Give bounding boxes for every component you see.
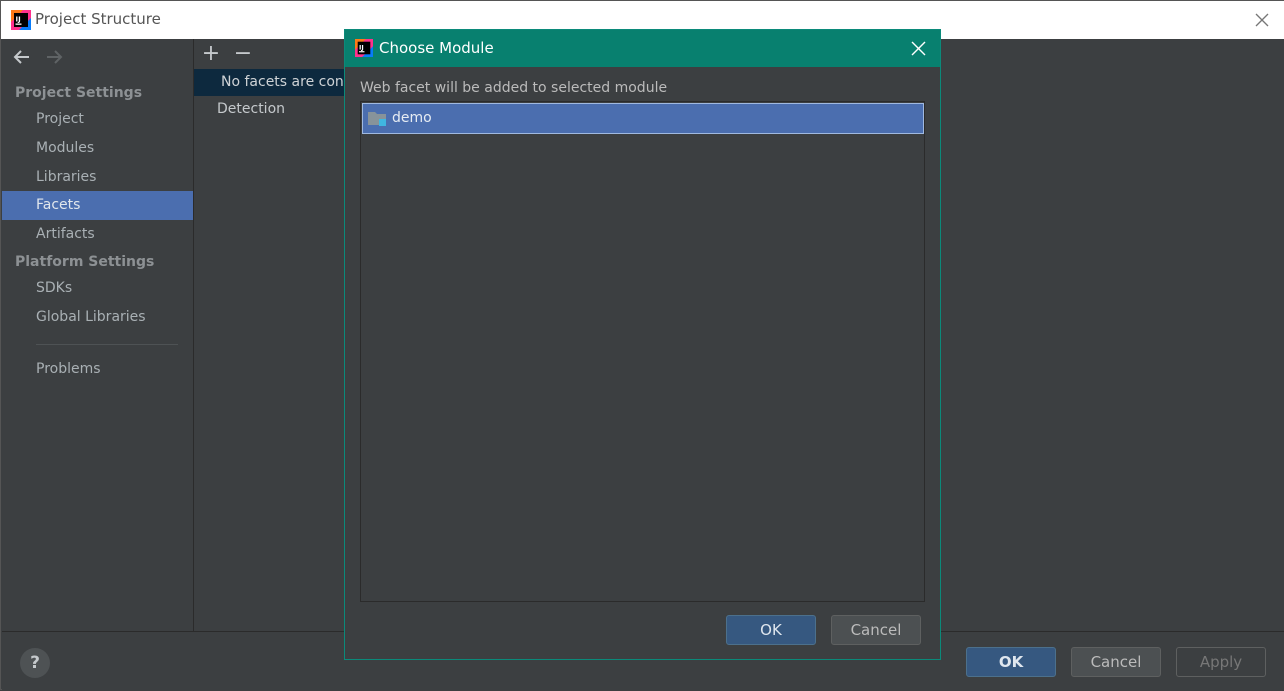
sidebar-item-facets[interactable]: Facets xyxy=(2,191,193,220)
module-list[interactable]: demo xyxy=(360,101,925,602)
ok-button[interactable]: OK xyxy=(966,647,1056,677)
facets-toolbar: + − xyxy=(194,39,346,69)
dialog-title: Choose Module xyxy=(379,39,494,57)
cancel-button[interactable]: Cancel xyxy=(1071,647,1161,677)
sidebar-item-project[interactable]: Project xyxy=(2,105,193,134)
close-icon[interactable] xyxy=(1253,11,1271,29)
apply-button[interactable]: Apply xyxy=(1176,647,1266,677)
intellij-icon: IJ xyxy=(11,10,31,30)
dialog-description: Web facet will be added to selected modu… xyxy=(360,80,668,96)
svg-text:IJ: IJ xyxy=(359,44,364,51)
svg-text:IJ: IJ xyxy=(16,16,21,24)
sidebar-item-artifacts[interactable]: Artifacts xyxy=(2,220,193,249)
forward-arrow-icon[interactable] xyxy=(44,47,64,67)
facets-empty-row[interactable]: No facets are configured xyxy=(194,69,346,96)
facets-panel: + − No facets are configured Detection xyxy=(194,39,346,631)
window-title: Project Structure xyxy=(35,10,161,28)
choose-module-dialog: IJ Choose Module Web facet will be added… xyxy=(344,29,941,660)
module-folder-icon xyxy=(368,112,386,126)
sidebar-item-modules[interactable]: Modules xyxy=(2,134,193,163)
help-button[interactable]: ? xyxy=(20,648,50,678)
dialog-titlebar: IJ Choose Module xyxy=(345,30,940,67)
dialog-cancel-button[interactable]: Cancel xyxy=(831,615,921,645)
module-name: demo xyxy=(392,110,432,126)
sidebar-item-sdks[interactable]: SDKs xyxy=(2,274,193,303)
add-facet-button[interactable]: + xyxy=(201,43,221,65)
list-item[interactable]: demo xyxy=(362,103,924,134)
dialog-ok-button[interactable]: OK xyxy=(726,615,816,645)
sidebar-item-global-libraries[interactable]: Global Libraries xyxy=(2,303,193,332)
sidebar-item-libraries[interactable]: Libraries xyxy=(2,163,193,192)
remove-facet-button[interactable]: − xyxy=(233,43,253,65)
sidebar-divider xyxy=(36,344,178,345)
close-icon[interactable] xyxy=(911,41,926,56)
sidebar-item-problems[interactable]: Problems xyxy=(2,355,193,384)
platform-settings-header: Platform Settings xyxy=(15,254,155,270)
back-arrow-icon[interactable] xyxy=(12,47,32,67)
sidebar: Project Settings Project Modules Librari… xyxy=(2,39,193,631)
project-settings-header: Project Settings xyxy=(15,85,143,101)
intellij-icon: IJ xyxy=(355,39,373,57)
detection-item[interactable]: Detection xyxy=(217,101,285,117)
facet-details-area xyxy=(942,39,1284,631)
